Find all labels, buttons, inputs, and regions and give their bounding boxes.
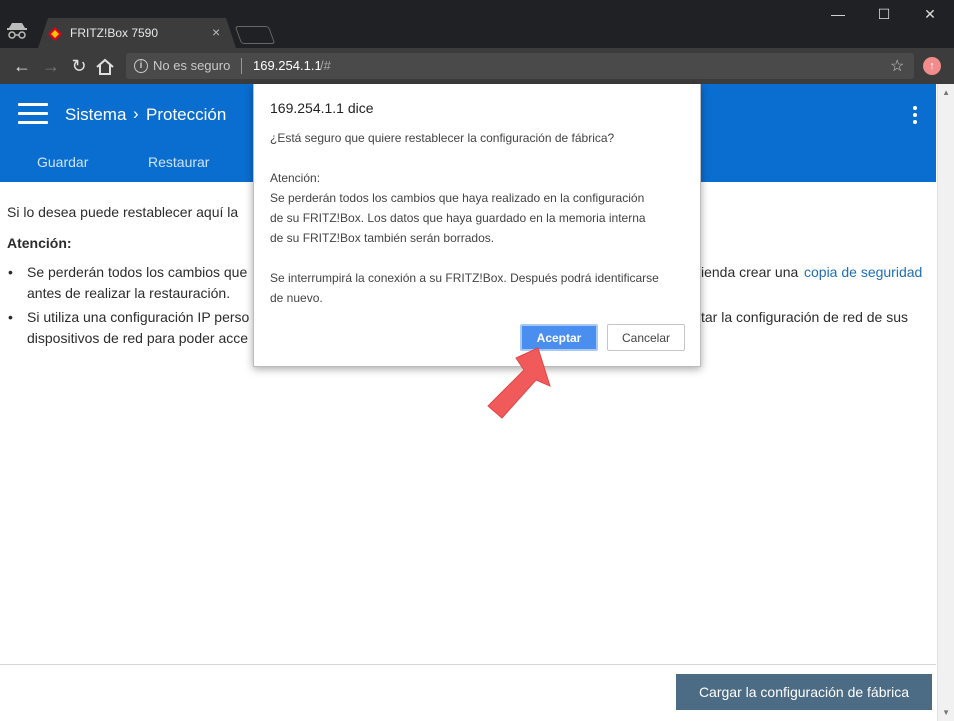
cancel-button[interactable]: Cancelar [607, 324, 685, 351]
breadcrumb-parent[interactable]: Sistema [65, 105, 126, 125]
pointer-arrow-icon [487, 347, 551, 419]
tab-title: FRITZ!Box 7590 [70, 26, 159, 40]
dialog-attention: Atención: [270, 171, 321, 185]
dialog-title: 169.254.1.1 dice [270, 100, 374, 116]
scroll-down-icon[interactable]: ▼ [942, 708, 950, 717]
bullet-marker: • [8, 309, 13, 325]
profile-avatar[interactable]: ↑ [923, 57, 941, 75]
footer-divider [0, 664, 936, 665]
tab-guardar[interactable]: Guardar [37, 154, 88, 170]
url-path: /# [320, 58, 331, 73]
browser-toolbar: ← → ↻ i No es seguro 169.254.1.1 /# ☆ ↑ [0, 48, 954, 84]
maximize-button[interactable]: ☐ [864, 6, 904, 23]
dialog-line-3: de su FRITZ!Box también serán borrados. [270, 231, 495, 245]
dialog-line-1: Se perderán todos los cambios que haya r… [270, 191, 645, 205]
home-icon[interactable] [95, 58, 115, 76]
confirm-dialog: 169.254.1.1 dice ¿Está seguro que quiere… [253, 84, 701, 367]
divider [241, 58, 242, 74]
backup-link[interactable]: copia de seguridad [804, 262, 922, 283]
more-options-icon[interactable] [913, 106, 918, 127]
breadcrumb-current: Protección [146, 105, 227, 124]
dialog-line-4: Se interrumpirá la conexión a su FRITZ!B… [270, 271, 659, 285]
forward-icon[interactable]: → [39, 54, 63, 78]
security-indicator[interactable]: No es seguro [153, 58, 230, 73]
dialog-line-2: de su FRITZ!Box. Los datos que haya guar… [270, 211, 646, 225]
url-host: 169.254.1.1 [253, 58, 322, 73]
browser-titlebar: FRITZ!Box 7590 × — ☐ ✕ [0, 0, 954, 48]
new-tab-button[interactable] [234, 26, 276, 44]
attention-heading: Atención: [7, 235, 72, 251]
page-scrollbar[interactable] [937, 84, 954, 721]
intro-text: Si lo desea puede restablecer aquí la [7, 204, 239, 220]
scroll-up-icon[interactable]: ▲ [942, 88, 950, 97]
incognito-icon [7, 23, 27, 39]
minimize-button[interactable]: — [818, 6, 858, 22]
hamburger-menu-icon[interactable] [18, 103, 48, 125]
close-window-button[interactable]: ✕ [910, 6, 950, 23]
tab-close-icon[interactable]: × [212, 24, 220, 40]
bookmark-star-icon[interactable]: ☆ [890, 56, 904, 76]
fritzbox-favicon-icon [48, 27, 62, 41]
address-bar[interactable]: i No es seguro 169.254.1.1 /# ☆ [126, 53, 914, 79]
dialog-line-5: de nuevo. [270, 291, 323, 305]
tab-restaurar[interactable]: Restaurar [148, 154, 209, 170]
load-factory-settings-button[interactable]: Cargar la configuración de fábrica [676, 674, 932, 710]
dialog-question: ¿Está seguro que quiere restablecer la c… [270, 131, 615, 145]
bullet1-line1-end: ienda crear una [701, 264, 799, 280]
reload-icon[interactable]: ↻ [67, 54, 91, 78]
bullet-marker: • [8, 264, 13, 280]
bullet2-line1-end: tar la configuración de red de sus [701, 309, 909, 325]
back-icon[interactable]: ← [10, 54, 34, 78]
info-icon[interactable]: i [134, 59, 148, 73]
breadcrumb-chevron-icon: › [133, 104, 139, 123]
